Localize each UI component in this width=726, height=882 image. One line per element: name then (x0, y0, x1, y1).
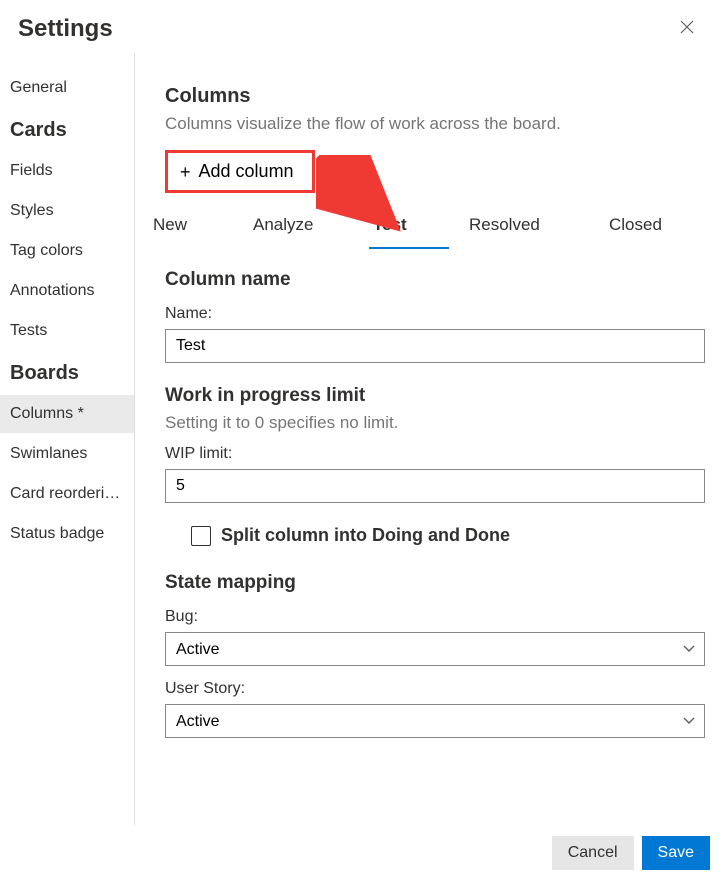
bug-select[interactable]: Active (165, 632, 705, 666)
wip-heading: Work in progress limit (165, 385, 726, 407)
name-label: Name: (165, 305, 726, 323)
plus-icon: + (180, 163, 191, 181)
split-column-checkbox[interactable] (191, 526, 211, 546)
add-column-label: Add column (199, 161, 294, 182)
sidebar-item-columns[interactable]: Columns * (0, 395, 134, 433)
tab-new[interactable]: New (153, 207, 253, 243)
add-column-button[interactable]: + Add column (165, 150, 315, 193)
wip-label: WIP limit: (165, 445, 726, 463)
columns-heading: Columns (165, 85, 726, 108)
tab-analyze[interactable]: Analyze (253, 207, 373, 243)
wip-hint: Setting it to 0 specifies no limit. (165, 413, 726, 433)
split-column-label: Split column into Doing and Done (221, 525, 510, 546)
dialog-title: Settings (18, 15, 113, 43)
tab-closed[interactable]: Closed (609, 207, 693, 243)
save-button[interactable]: Save (642, 836, 710, 870)
settings-sidebar: General Cards Fields Styles Tag colors A… (0, 53, 135, 825)
sidebar-item-card-reordering[interactable]: Card reorderi… (0, 475, 134, 513)
sidebar-item-general[interactable]: General (0, 69, 134, 107)
dialog-header: Settings (0, 0, 726, 53)
dialog-footer: Cancel Save (552, 836, 710, 870)
close-button[interactable] (676, 14, 698, 43)
sidebar-item-styles[interactable]: Styles (0, 192, 134, 230)
sidebar-item-fields[interactable]: Fields (0, 152, 134, 190)
bug-label: Bug: (165, 608, 726, 626)
sidebar-item-annotations[interactable]: Annotations (0, 272, 134, 310)
tab-test[interactable]: Test (373, 207, 469, 243)
sidebar-group-cards: Cards (0, 109, 134, 150)
settings-main: Columns Columns visualize the flow of wo… (135, 53, 726, 825)
sidebar-item-swimlanes[interactable]: Swimlanes (0, 435, 134, 473)
sidebar-item-status-badge[interactable]: Status badge (0, 515, 134, 553)
tab-resolved[interactable]: Resolved (469, 207, 609, 243)
cancel-button[interactable]: Cancel (552, 836, 634, 870)
name-input[interactable] (165, 329, 705, 363)
column-tabs: New Analyze Test Resolved Closed (153, 207, 693, 243)
column-name-heading: Column name (165, 269, 726, 291)
user-story-select[interactable]: Active (165, 704, 705, 738)
sidebar-item-tests[interactable]: Tests (0, 312, 134, 350)
wip-input[interactable] (165, 469, 705, 503)
user-story-label: User Story: (165, 680, 726, 698)
close-icon (680, 18, 694, 38)
sidebar-item-tag-colors[interactable]: Tag colors (0, 232, 134, 270)
sidebar-group-boards: Boards (0, 352, 134, 393)
columns-description: Columns visualize the flow of work acros… (165, 114, 726, 134)
state-mapping-heading: State mapping (165, 572, 726, 594)
